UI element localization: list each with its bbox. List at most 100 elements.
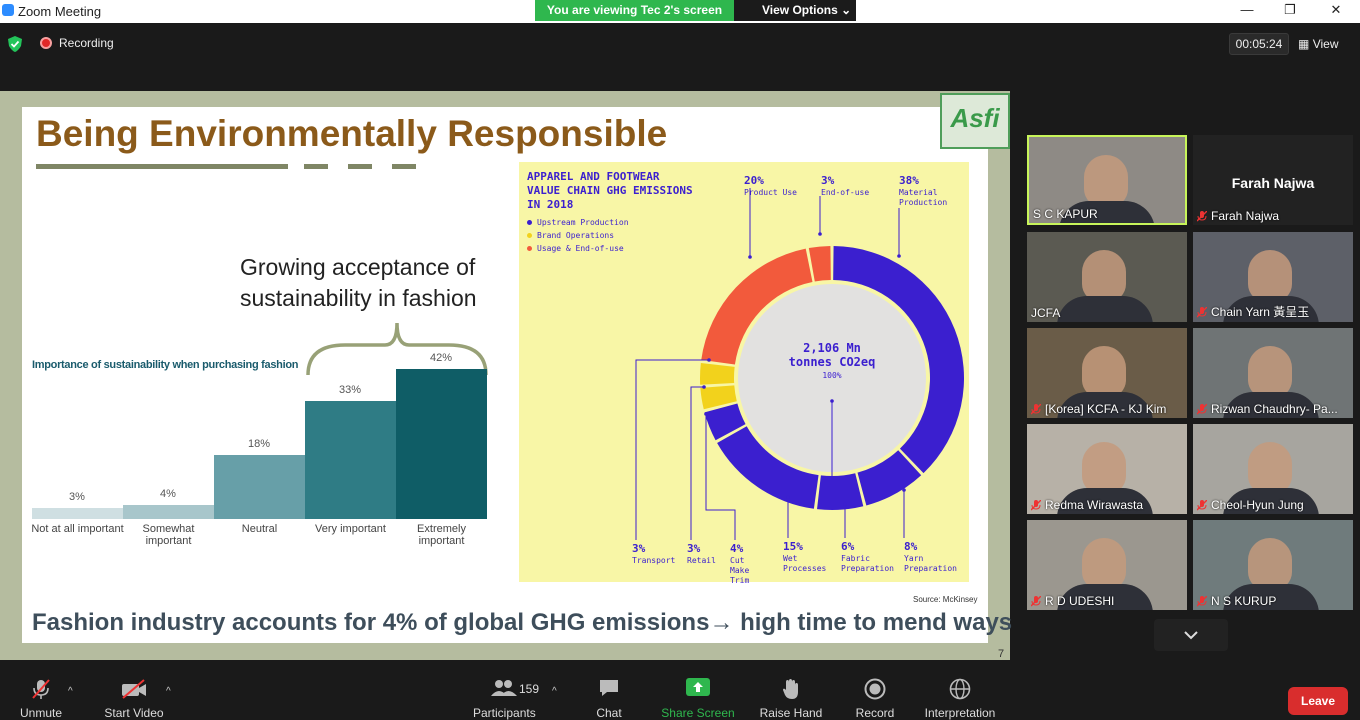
- donut-slice: [817, 473, 864, 510]
- participant-name-text: Rizwan Chaudhry- Pa...: [1211, 402, 1338, 416]
- participant-video: [1082, 346, 1126, 398]
- recording-icon: [40, 37, 52, 49]
- curly-brace: [306, 322, 488, 376]
- interpretation-label: Interpretation: [924, 706, 996, 720]
- participant-video: [1084, 155, 1128, 207]
- label-wet-processes: Wet Processes: [783, 554, 827, 573]
- record-icon: [864, 678, 886, 700]
- chevron-down-icon: [1184, 631, 1198, 640]
- participant-name: [Korea] KCFA - KJ Kim: [1031, 402, 1166, 416]
- video-off-icon: [122, 679, 146, 699]
- share-screen-icon: [686, 678, 710, 696]
- bar-5: [396, 369, 487, 519]
- record-label: Record: [855, 706, 895, 720]
- participant-tile[interactable]: N S KURUP: [1193, 520, 1353, 610]
- participants-button[interactable]: 159 Participants: [473, 678, 539, 720]
- recording-label: Recording: [59, 36, 114, 50]
- muted-mic-icon: [1197, 500, 1207, 511]
- acceptance-text: Growing acceptance of sustainability in …: [240, 254, 477, 311]
- leader-dot: [897, 254, 901, 258]
- source-note: Source: McKinsey: [913, 595, 978, 604]
- chevron-down-icon: ⌄: [841, 3, 852, 17]
- label-product-use: Product Use: [744, 188, 797, 197]
- leader-dot: [748, 255, 752, 259]
- meeting-topbar: [0, 23, 1360, 87]
- label-transport: Transport: [632, 556, 676, 565]
- meeting-timer: 00:05:24: [1229, 33, 1289, 55]
- bar-value-label: 4%: [160, 487, 176, 500]
- participant-name: Farah Najwa: [1197, 209, 1279, 223]
- pct-material-production: 38%: [899, 174, 919, 187]
- slide-footer: Fashion industry accounts for 4% of glob…: [32, 609, 1013, 636]
- unmute-label: Unmute: [19, 706, 63, 720]
- donut-slice: [700, 363, 735, 385]
- participant-tile[interactable]: Redma Wirawasta: [1027, 424, 1187, 514]
- start-video-button[interactable]: Start Video: [104, 678, 164, 720]
- participant-tile[interactable]: [Korea] KCFA - KJ Kim: [1027, 328, 1187, 418]
- bar-value-label: 42%: [429, 352, 453, 364]
- participant-name: Redma Wirawasta: [1031, 498, 1143, 512]
- leader-dot: [818, 232, 822, 236]
- leader-dot: [702, 385, 706, 389]
- leader-dot: [830, 399, 834, 403]
- video-options-caret[interactable]: ^: [166, 686, 171, 697]
- shared-screen: Being Environmentally Responsible Asfi G…: [0, 91, 1013, 660]
- record-button[interactable]: Record: [852, 678, 898, 720]
- participant-video: [1248, 250, 1292, 302]
- chat-button[interactable]: Chat: [594, 678, 624, 720]
- participant-tile[interactable]: Cheol-Hyun Jung: [1193, 424, 1353, 514]
- participant-video: [1248, 442, 1292, 494]
- shield-icon[interactable]: [8, 36, 22, 52]
- leader-dot: [902, 488, 906, 492]
- window-title: Zoom Meeting: [18, 4, 102, 19]
- bar-1: [32, 508, 123, 519]
- participant-tile[interactable]: Farah Najwa Farah Najwa: [1193, 135, 1353, 225]
- view-button[interactable]: ▦ View: [1298, 33, 1338, 55]
- raise-hand-button[interactable]: Raise Hand: [758, 678, 824, 720]
- participants-options-caret[interactable]: ^: [552, 686, 557, 697]
- participant-name: JCFA: [1031, 306, 1060, 320]
- maximize-button[interactable]: ❐: [1275, 2, 1305, 20]
- globe-icon: [949, 678, 971, 700]
- bar-category-label: Somewhat important: [142, 523, 195, 547]
- slide-title: Being Environmentally Responsible: [36, 113, 668, 154]
- participant-name-text: N S KURUP: [1211, 594, 1277, 608]
- view-options-button[interactable]: View Options ⌄: [734, 0, 856, 21]
- chat-icon: [600, 680, 618, 696]
- participant-tile[interactable]: JCFA: [1027, 232, 1187, 322]
- close-button[interactable]: ✕: [1321, 2, 1351, 20]
- participant-tile[interactable]: S C KAPUR: [1027, 135, 1187, 225]
- participant-tile[interactable]: Chain Yarn 黃呈玉: [1193, 232, 1353, 322]
- bar-3: [214, 454, 305, 519]
- label-cut-make-trim: Cut Make Trim: [730, 556, 750, 585]
- participant-tile[interactable]: Rizwan Chaudhry- Pa...: [1193, 328, 1353, 418]
- leave-button[interactable]: Leave: [1288, 687, 1348, 715]
- label-yarn-preparation: Yarn Preparation: [904, 554, 957, 573]
- pct-retail: 3%: [687, 542, 701, 555]
- participant-name-text: Chain Yarn 黃呈玉: [1211, 305, 1310, 319]
- view-label: View: [1312, 37, 1339, 51]
- share-screen-button[interactable]: Share Screen: [660, 678, 736, 720]
- muted-mic-icon: [1031, 404, 1041, 415]
- minimize-button[interactable]: —: [1232, 2, 1262, 20]
- title-divider-dash: [392, 164, 416, 169]
- gallery-next-button[interactable]: [1154, 619, 1228, 651]
- pct-end-of-use: 3%: [821, 174, 835, 187]
- pct-cut-make-trim: 4%: [730, 542, 744, 555]
- leader-dot: [843, 502, 847, 506]
- muted-mic-icon: [1197, 307, 1207, 318]
- zoom-app-icon: [2, 4, 14, 16]
- muted-mic-icon: [1197, 404, 1207, 415]
- ghg-panel: APPAREL AND FOOTWEAR VALUE CHAIN GHG EMI…: [519, 162, 969, 585]
- pct-transport: 3%: [632, 542, 646, 555]
- bar-category-label: Extremely important: [417, 523, 466, 547]
- interpretation-button[interactable]: Interpretation: [922, 678, 998, 720]
- participant-video: [1082, 538, 1126, 590]
- audio-options-caret[interactable]: ^: [68, 686, 73, 697]
- bar-4: [305, 401, 396, 519]
- participant-tile[interactable]: R D UDESHI: [1027, 520, 1187, 610]
- participant-name-text: R D UDESHI: [1045, 594, 1115, 608]
- bar-value-label: 33%: [338, 384, 362, 397]
- bar-chart-title: Importance of sustainability when purcha…: [32, 359, 299, 371]
- unmute-button[interactable]: Unmute: [18, 678, 64, 720]
